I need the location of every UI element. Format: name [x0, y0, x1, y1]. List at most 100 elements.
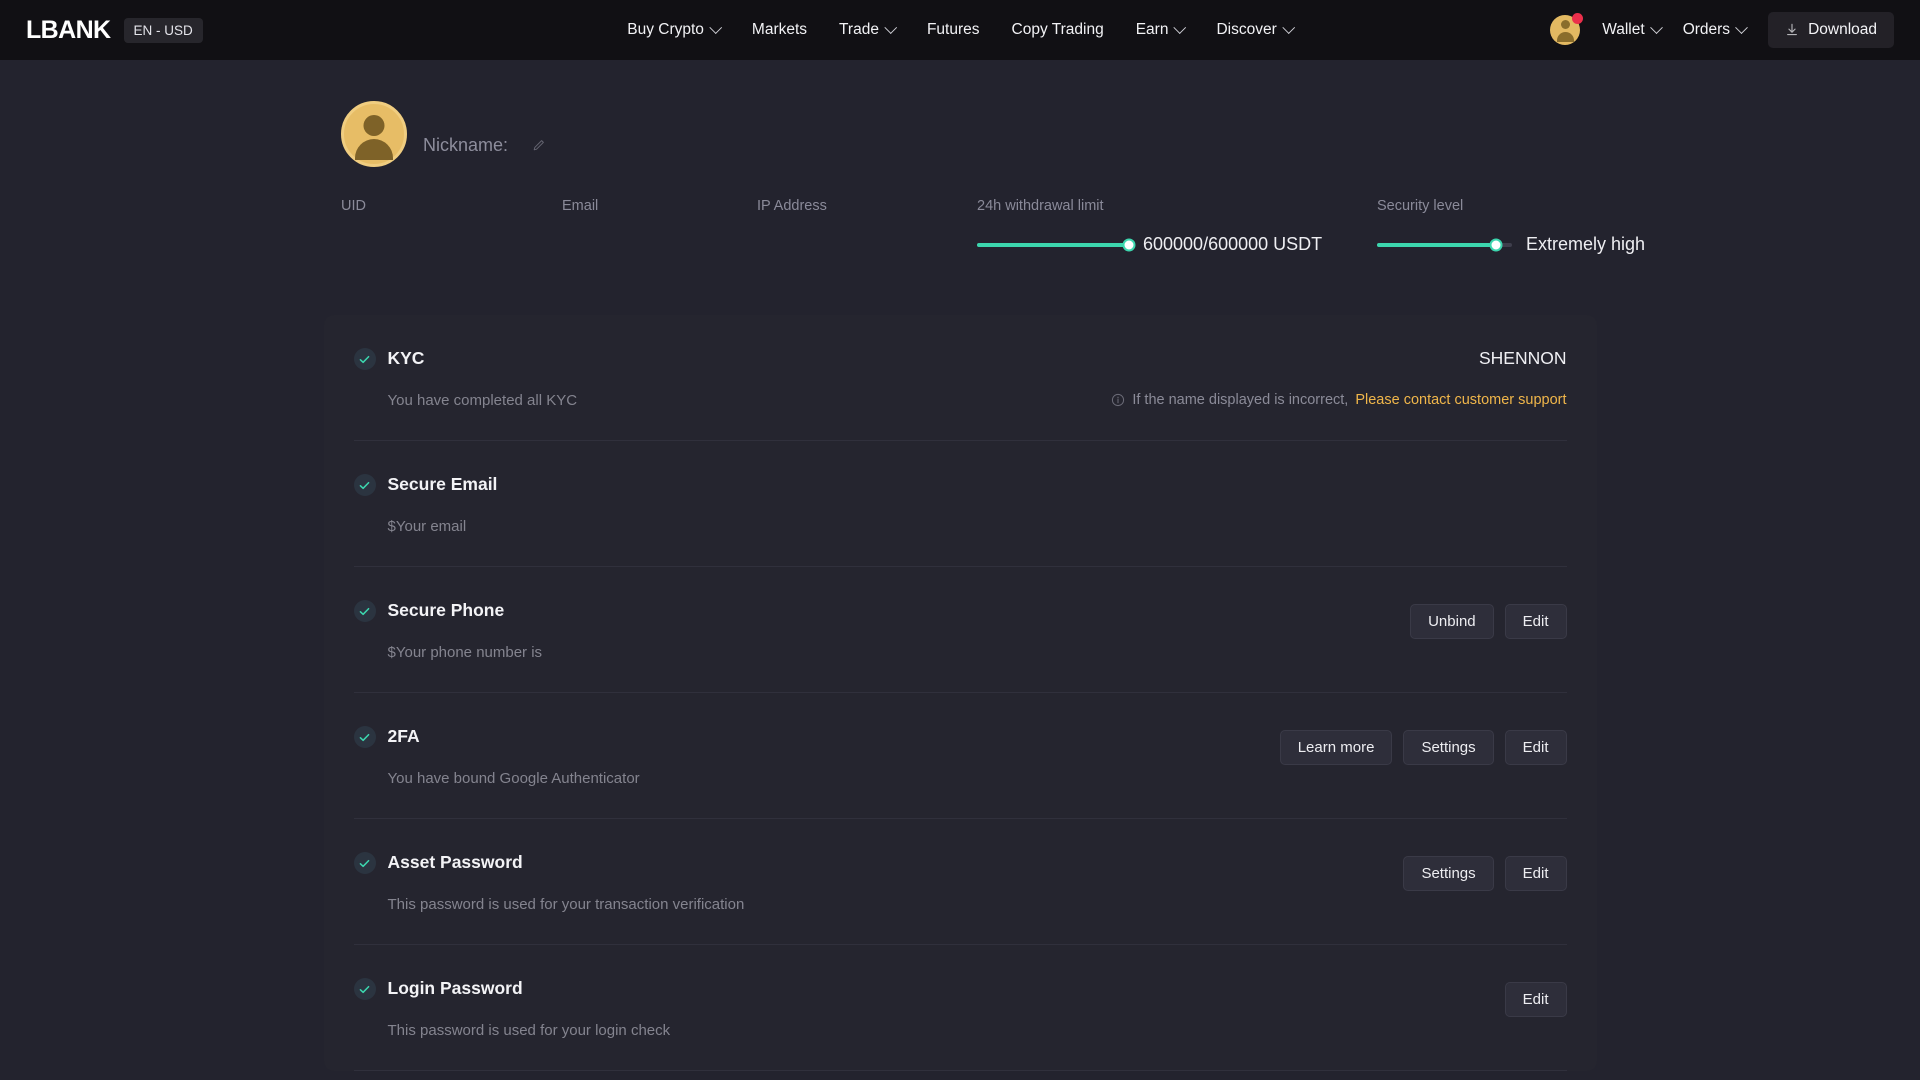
- settings-button[interactable]: Settings: [1403, 856, 1494, 891]
- check-icon: [359, 859, 370, 867]
- nav-item-discover[interactable]: Discover: [1216, 20, 1295, 39]
- edit-button[interactable]: Edit: [1504, 856, 1567, 891]
- uid-value: [341, 223, 562, 241]
- edit-button[interactable]: Edit: [1504, 982, 1567, 1017]
- edit-button[interactable]: Edit: [1504, 730, 1567, 765]
- wallet-menu[interactable]: Wallet: [1602, 20, 1663, 39]
- security-row-description: $Your phone number is: [387, 644, 543, 661]
- nav-label: Copy Trading: [1011, 21, 1104, 38]
- nav-item-buy-crypto[interactable]: Buy Crypto: [627, 20, 722, 39]
- security-row-kyc: KYC You have completed all KYC SHENNON If t…: [353, 315, 1567, 441]
- profile-header: Nickname:: [341, 98, 1920, 170]
- security-level-value: Extremely high: [1526, 234, 1646, 254]
- slider-knob[interactable]: [1489, 238, 1503, 251]
- email-value: [562, 223, 757, 241]
- nav-item-copy-trading[interactable]: Copy Trading: [1012, 21, 1104, 39]
- email-label: Email: [562, 198, 599, 214]
- security-row-title: Secure Phone: [387, 600, 505, 620]
- download-label: Download: [1808, 21, 1877, 38]
- nickname-row: Nickname:: [423, 135, 546, 156]
- download-button[interactable]: Download: [1768, 12, 1894, 48]
- top-navigation-bar: LBANK EN - USD Buy Crypto Markets Trade …: [0, 0, 1920, 60]
- check-icon: [359, 607, 370, 615]
- nav-label: Earn: [1135, 21, 1169, 38]
- profile-avatar[interactable]: [341, 101, 407, 167]
- notification-badge: [1572, 13, 1584, 24]
- security-row-actions: Learn more Settings Edit: [1279, 725, 1567, 765]
- nav-label: Markets: [751, 21, 808, 38]
- brand-group: LBANK EN - USD: [26, 16, 203, 45]
- slider-knob[interactable]: [1122, 238, 1136, 251]
- nav-item-earn[interactable]: Earn: [1135, 20, 1187, 39]
- security-row-2fa: 2FA You have bound Google Authenticator Le…: [353, 693, 1567, 819]
- ip-address-value: [757, 223, 977, 241]
- security-level-slider[interactable]: [1377, 238, 1512, 251]
- chevron-down-icon: [1173, 20, 1187, 34]
- pencil-edit-icon[interactable]: [532, 138, 546, 152]
- nav-item-markets[interactable]: Markets: [752, 21, 807, 39]
- download-icon: [1787, 23, 1798, 36]
- security-row-description: You have bound Google Authenticator: [387, 770, 640, 787]
- language-currency-selector[interactable]: EN - USD: [123, 17, 203, 43]
- check-circle-icon: [353, 852, 376, 874]
- security-row-title: Asset Password: [387, 852, 523, 872]
- email-field: Email: [562, 198, 757, 255]
- learn-more-button[interactable]: Learn more: [1279, 730, 1393, 765]
- security-row-title: Secure Email: [387, 474, 498, 494]
- withdrawal-limit-value: 600000/600000 USDT: [1143, 234, 1323, 254]
- nav-label: Trade: [839, 21, 879, 38]
- security-level-field: Security level Extremely high: [1377, 198, 1717, 255]
- avatar-body-shape: [355, 139, 393, 160]
- withdrawal-limit-field: 24h withdrawal limit 600000/600000 USDT: [977, 198, 1377, 255]
- nav-label: Futures: [926, 21, 980, 38]
- security-row-description: $Your email: [387, 518, 467, 535]
- security-row-title: 2FA: [387, 726, 420, 746]
- kyc-notice-text: If the name displayed is incorrect,: [1132, 392, 1349, 408]
- security-row-title: KYC: [387, 348, 425, 368]
- user-avatar-icon[interactable]: [1550, 13, 1584, 45]
- account-info-row: UID Email IP Address 24h withdrawal limi…: [341, 198, 1920, 255]
- nav-item-trade[interactable]: Trade: [839, 20, 897, 39]
- unbind-button[interactable]: Unbind: [1410, 604, 1494, 639]
- nickname-label: Nickname:: [423, 134, 509, 155]
- chevron-down-icon: [1649, 20, 1663, 34]
- avatar-body-shape: [1556, 32, 1574, 42]
- orders-menu[interactable]: Orders: [1683, 20, 1748, 39]
- chevron-down-icon: [709, 20, 722, 34]
- security-row-description: You have completed all KYC: [387, 392, 578, 409]
- ip-address-label: IP Address: [757, 198, 827, 214]
- security-row-actions: Unbind Edit: [1410, 599, 1567, 639]
- check-icon: [359, 985, 370, 993]
- nav-item-futures[interactable]: Futures: [927, 21, 980, 39]
- chevron-down-icon: [1735, 20, 1748, 34]
- info-circle-icon: [1112, 393, 1125, 407]
- withdrawal-limit-meter: 600000/600000 USDT: [977, 234, 1377, 255]
- contact-support-link[interactable]: Please contact customer support: [1355, 392, 1566, 408]
- security-row-text: 2FA You have bound Google Authenticator: [388, 725, 640, 787]
- uid-label: UID: [341, 198, 366, 214]
- header-right-group: Wallet Orders Download: [1550, 12, 1894, 48]
- withdrawal-limit-slider[interactable]: [977, 238, 1136, 251]
- edit-button[interactable]: Edit: [1504, 604, 1567, 639]
- check-circle-icon: [353, 978, 376, 1000]
- ip-address-field: IP Address: [757, 198, 977, 255]
- security-row-actions: Settings Edit: [1403, 851, 1567, 891]
- wallet-label: Wallet: [1602, 21, 1645, 38]
- security-row-title: Login Password: [387, 978, 523, 998]
- settings-button[interactable]: Settings: [1403, 730, 1494, 765]
- check-icon: [359, 355, 370, 363]
- nav-label: Buy Crypto: [627, 21, 704, 38]
- security-level-meter: Extremely high: [1377, 234, 1717, 255]
- security-row-text: Secure Email $Your email: [388, 473, 498, 535]
- security-row-description: This password is used for your login che…: [387, 1022, 671, 1039]
- withdrawal-limit-label: 24h withdrawal limit: [977, 198, 1104, 214]
- kyc-verified-name: SHENNON: [1478, 348, 1567, 368]
- chevron-down-icon: [1281, 20, 1295, 34]
- check-icon: [359, 481, 370, 489]
- check-circle-icon: [353, 600, 376, 622]
- lbank-logo[interactable]: LBANK: [26, 16, 111, 45]
- kyc-name-notice: If the name displayed is incorrect, Pleas…: [1111, 392, 1567, 408]
- profile-section: Nickname: UID Email IP Address 24h withd…: [0, 60, 1920, 255]
- main-nav: Buy Crypto Markets Trade Futures Copy Tr…: [627, 20, 1295, 39]
- slider-fill: [1377, 242, 1496, 247]
